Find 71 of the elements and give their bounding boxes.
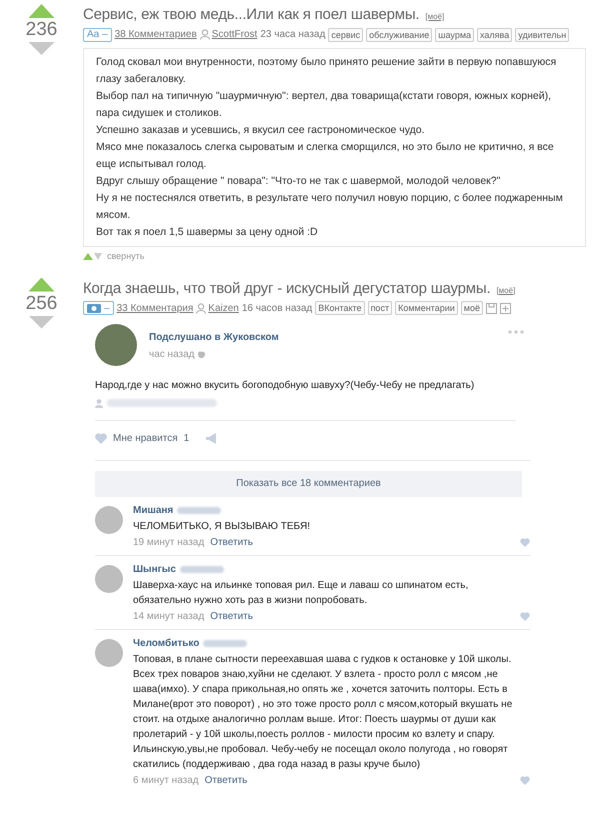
like-button[interactable]: Мне нравится 1 bbox=[113, 430, 190, 446]
show-all-comments-button[interactable]: Показать все 18 комментариев bbox=[95, 470, 522, 496]
blurred-name bbox=[203, 640, 248, 646]
body-line: Вот так я поел 1,5 шавермы за цену одной :D bbox=[96, 225, 319, 240]
heart-icon bbox=[520, 538, 530, 546]
reply-link[interactable]: Ответить bbox=[210, 608, 253, 624]
tag[interactable]: Комментарии bbox=[395, 301, 458, 315]
badge-text: Aa – bbox=[87, 28, 108, 42]
comment-text: Топовая, в плане сытности переехавшая шава с гудков к остановке у 10й школы. Всех трех поваров знаю,хуйни не сделают. У взлета - просто ролл с мясом ,не шава(имхо). У спара прикольная,но опять же , хочется заточить полторы. Есть в Милане(врот это поворот) , но это тоже просто ролл с мясом,который вкушать не стоит. на отдыхе аналогично роллам выше. Итог: Поесть шаурмы от души как пролетарий - у 10й школы,поесть роллов - милости просим ко взлету и спару. Ильинскую,увы,не пробовал. Чебу-чебу не посещал около полугода , но говорят скатились (поддерживаю , два года назад в разы круче было) bbox=[133, 652, 514, 772]
reply-link[interactable]: Ответить bbox=[204, 772, 248, 788]
comment-time: 19 минут назад bbox=[133, 536, 204, 550]
rating: 236 bbox=[26, 18, 58, 42]
post-title[interactable]: Сервис, еж твою медь...Или как я поел шавермы. bbox=[83, 4, 420, 26]
body-line: Мясо мне показалось слегка сыроватым и слегка сморщился, но это было не критично, я все еще испытывал голод. bbox=[96, 140, 555, 172]
tag[interactable]: моё bbox=[460, 301, 483, 315]
photo-placeholder bbox=[95, 324, 137, 366]
comments-link[interactable]: 33 Комментария bbox=[116, 300, 194, 316]
commenter-name[interactable]: Челомбитько bbox=[133, 636, 200, 650]
tag[interactable]: шаурма bbox=[435, 28, 474, 42]
plus-icon bbox=[500, 302, 511, 314]
megaphone-icon bbox=[205, 432, 218, 444]
post-text: Народ,где у нас можно вкусить богоподобную шавуху?(Чебу-Чебу не предлагать) bbox=[95, 378, 476, 392]
post-time: час назад bbox=[149, 348, 195, 362]
group-name[interactable]: Подслушано в Жуковском bbox=[149, 330, 508, 344]
like-label: Мне нравится bbox=[113, 432, 178, 446]
rating: 256 bbox=[26, 292, 58, 316]
camera-icon bbox=[87, 303, 101, 313]
comment-time: 14 минут назад bbox=[133, 610, 204, 624]
tag[interactable]: халява bbox=[477, 28, 512, 42]
body-line: Ну я не постеснялся ответить, в результате чего получил новую порцию, с более поджаренным мясом. bbox=[96, 191, 564, 223]
vote-arrows-icon bbox=[83, 253, 103, 260]
author-link[interactable]: ScottFrost bbox=[212, 27, 258, 42]
comment-text: Шаверха-хаус на ильинке топовая рил. Еще и лаваш со шпинатом есть, обязательно нужно хоть раз в жизни попробовать. bbox=[133, 578, 470, 608]
body-line: Вдруг слышу обращение " повара": "Что-то не так с шавермой, молодой человек?" bbox=[96, 174, 502, 189]
body-line: Выбор пал на типичную "шаурмичную": вертел, два товарища(кстати говоря, южных корней), пара сидушек и столиков. bbox=[96, 89, 552, 121]
user-icon bbox=[196, 302, 206, 314]
tag[interactable]: ВКонтакте bbox=[315, 301, 365, 315]
body-line: Голод сковал мои внутренности, поэтому было принято решение зайти в первую попавшуюся глазу забегаловку. bbox=[96, 55, 558, 87]
post-title[interactable]: Когда знаешь, что твой друг - искусный дегустатор шаурмы. bbox=[83, 278, 490, 300]
comment-text: ЧЕЛОМБИТЬКО, Я ВЫЗЫВАЮ ТЕБЯ! bbox=[133, 520, 312, 534]
mine-link[interactable]: [моё] bbox=[425, 11, 444, 23]
avatar-placeholder bbox=[95, 564, 123, 592]
comments-link[interactable]: 38 Комментариев bbox=[114, 27, 197, 42]
reply-link[interactable]: Ответить bbox=[210, 534, 253, 550]
blurred-name bbox=[177, 506, 222, 514]
heart-icon bbox=[520, 776, 530, 784]
more-icon bbox=[508, 330, 524, 334]
author-link[interactable]: Kaizen bbox=[208, 300, 239, 316]
blurred-name bbox=[180, 566, 224, 572]
avatar-placeholder bbox=[95, 638, 123, 666]
avatar-placeholder bbox=[95, 506, 123, 534]
heart-icon bbox=[95, 432, 107, 444]
post-time: 16 часов назад bbox=[242, 302, 312, 316]
body-line: Успешно заказав и усевшись, я вкусил сее гастрономическое чудо. bbox=[96, 123, 426, 138]
like-count: 1 bbox=[184, 432, 190, 446]
collapse-link[interactable]: свернуть bbox=[107, 250, 144, 264]
apple-icon bbox=[198, 350, 205, 358]
badge-text: – bbox=[104, 302, 110, 316]
tag[interactable]: удивительн bbox=[515, 28, 570, 42]
post-time: 23 часа назад bbox=[260, 28, 326, 42]
commenter-name[interactable]: Мишаня bbox=[133, 502, 174, 518]
comment-time: 6 минут назад bbox=[133, 774, 199, 788]
user-icon bbox=[200, 29, 210, 40]
user-icon bbox=[95, 398, 103, 408]
heart-icon bbox=[520, 612, 530, 620]
tag[interactable]: пост bbox=[368, 301, 392, 315]
mine-link[interactable]: [моё] bbox=[496, 284, 516, 296]
save-icon bbox=[486, 302, 497, 314]
tag[interactable]: обслуживание bbox=[366, 28, 432, 42]
commenter-name[interactable]: Шынгыс bbox=[133, 562, 176, 576]
tag[interactable]: сервис bbox=[328, 28, 364, 42]
